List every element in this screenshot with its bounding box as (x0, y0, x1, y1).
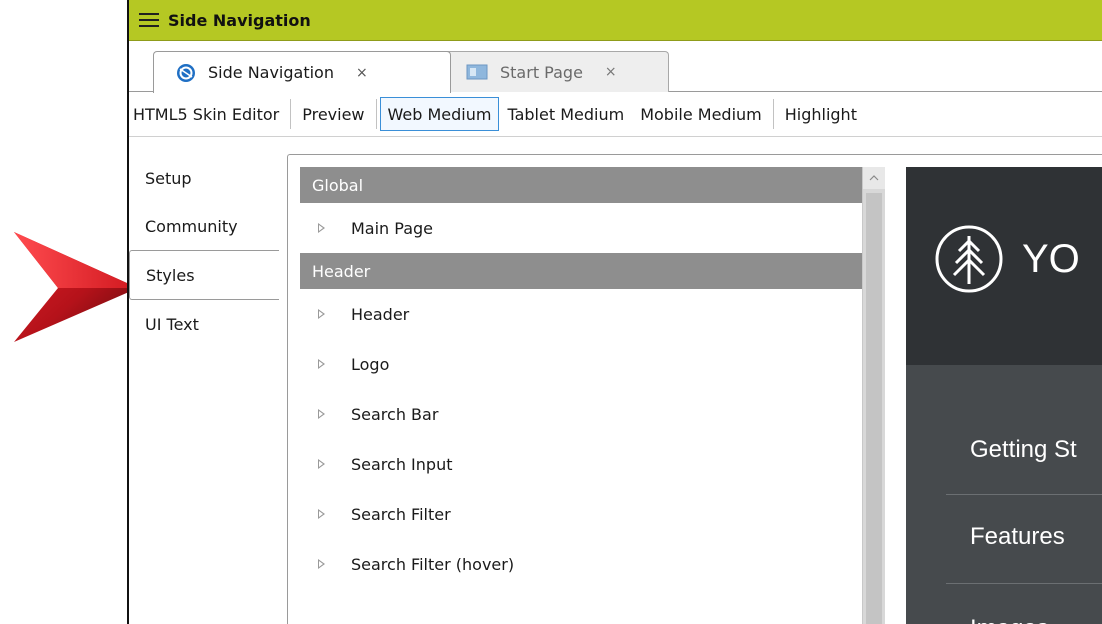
expand-triangle-icon[interactable] (318, 359, 325, 369)
hamburger-menu-icon[interactable] (139, 12, 159, 28)
toolbar-divider (772, 99, 774, 129)
item-label: Search Filter (351, 504, 451, 524)
tab-label: Start Page (500, 62, 583, 82)
expand-triangle-icon[interactable] (318, 223, 325, 233)
expand-triangle-icon[interactable] (318, 409, 325, 419)
expand-triangle-icon[interactable] (318, 459, 325, 469)
item-label: Search Filter (hover) (351, 554, 515, 574)
style-list: Global Main Page Header Header Logo Sear… (300, 167, 862, 624)
close-tab-icon[interactable]: × (356, 65, 368, 81)
tablet-medium-button[interactable]: Tablet Medium (499, 99, 632, 129)
styles-panel: Global Main Page Header Header Logo Sear… (287, 154, 1102, 624)
item-label: Search Input (351, 454, 453, 474)
scroll-up-icon[interactable] (863, 167, 885, 189)
nav-link-getting-started[interactable]: Getting St (970, 436, 1077, 464)
document-tabs: Side Navigation × Start Page × (129, 41, 1102, 93)
expand-triangle-icon[interactable] (318, 509, 325, 519)
toolbar: HTML5 Skin Editor Preview Web Medium Tab… (129, 92, 1102, 137)
toolbar-divider (375, 99, 377, 129)
app-window: Side Navigation Side Navigation × Start … (127, 0, 1102, 624)
close-tab-icon[interactable]: × (605, 64, 617, 80)
window-title: Side Navigation (168, 10, 311, 30)
list-item[interactable]: Main Page (300, 203, 862, 253)
expand-triangle-icon[interactable] (318, 559, 325, 569)
group-header-header: Header (300, 253, 862, 289)
tree-logo-icon (935, 225, 1003, 293)
side-tab-styles[interactable]: Styles (129, 250, 279, 300)
nav-divider (946, 494, 1102, 495)
item-label: Main Page (351, 218, 434, 238)
vertical-scrollbar[interactable] (862, 167, 885, 624)
scroll-thumb[interactable] (866, 193, 882, 624)
side-tab-ui-text[interactable]: UI Text (129, 300, 279, 348)
highlight-button[interactable]: Highlight (777, 99, 865, 129)
list-item[interactable]: Search Filter (300, 489, 862, 539)
nav-divider (946, 583, 1102, 584)
tab-label: Side Navigation (208, 63, 334, 82)
side-tab-setup[interactable]: Setup (129, 154, 279, 202)
preview-button[interactable]: Preview (294, 99, 372, 129)
tab-side-navigation[interactable]: Side Navigation × (153, 51, 451, 93)
globe-icon (176, 63, 196, 83)
list-item[interactable]: Search Filter (hover) (300, 539, 862, 589)
red-arrow-pointer-icon (14, 232, 138, 342)
item-label: Search Bar (351, 404, 439, 424)
mobile-medium-button[interactable]: Mobile Medium (632, 99, 770, 129)
title-bar: Side Navigation (129, 0, 1102, 41)
preview-header: YO (906, 167, 1102, 365)
item-label: Header (351, 304, 410, 324)
nav-link-images[interactable]: Images (970, 615, 1049, 624)
logo-text: YO (1022, 237, 1080, 281)
skin-preview: YO Getting St Features Images (906, 167, 1102, 624)
list-item[interactable]: Logo (300, 339, 862, 389)
toolbar-divider (290, 99, 292, 129)
tab-start-page[interactable]: Start Page × (437, 51, 669, 92)
list-item[interactable]: Search Bar (300, 389, 862, 439)
list-item[interactable]: Header (300, 289, 862, 339)
group-header-global: Global (300, 167, 862, 203)
item-label: Logo (351, 354, 390, 374)
editor-content: Setup Community Styles UI Text Global Ma… (129, 136, 1102, 624)
nav-link-features[interactable]: Features (970, 523, 1065, 551)
list-item[interactable]: Search Input (300, 439, 862, 489)
expand-triangle-icon[interactable] (318, 309, 325, 319)
start-page-icon (466, 64, 488, 80)
side-tab-community[interactable]: Community (129, 202, 279, 250)
side-tabs: Setup Community Styles UI Text (129, 154, 279, 348)
web-medium-button[interactable]: Web Medium (379, 97, 500, 131)
html5-skin-editor-button[interactable]: HTML5 Skin Editor (129, 99, 287, 129)
